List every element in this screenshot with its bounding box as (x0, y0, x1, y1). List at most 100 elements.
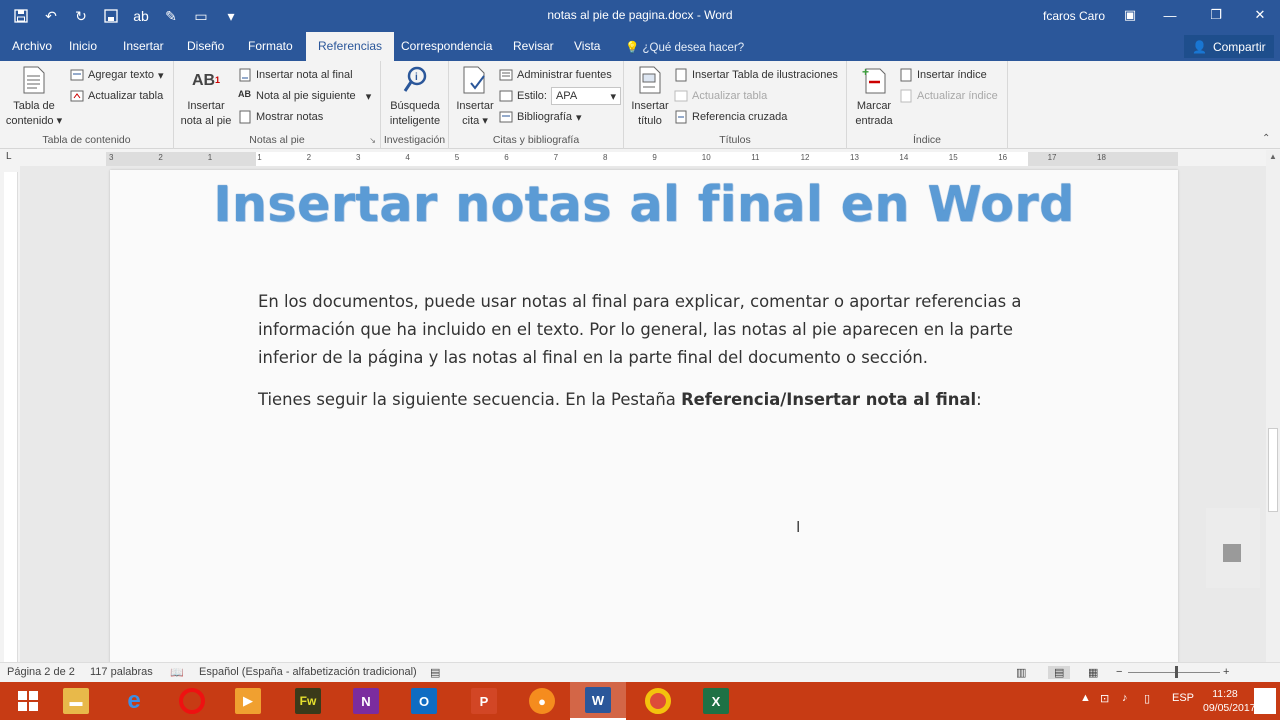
tab-inicio[interactable]: Inicio (57, 32, 109, 61)
share-label: Compartir (1212, 39, 1266, 54)
restore-icon[interactable]: ❐ (1196, 0, 1236, 30)
update-figures-table-button[interactable]: Actualizar tabla (674, 87, 767, 105)
update-table-button[interactable]: Actualizar tabla (70, 87, 163, 105)
onenote-icon: N (353, 688, 379, 714)
tab-formato[interactable]: Formato (236, 32, 305, 61)
firefox-icon: ● (529, 688, 555, 714)
taskbar-powerpoint[interactable]: P (456, 682, 512, 720)
input-language[interactable]: ESP (1172, 692, 1194, 704)
dropdown-arrow-icon[interactable]: ▾ (366, 90, 372, 103)
proofing-icon[interactable]: 📖 (170, 666, 184, 679)
next-footnote-button[interactable]: AB Nota al pie siguiente ▾ (238, 87, 371, 105)
show-hidden-icons-icon[interactable]: ▲ (1080, 692, 1091, 704)
user-name[interactable]: fcaros Caro (1043, 9, 1105, 23)
smart-lookup-button[interactable]: i Búsqueda inteligente (383, 65, 447, 129)
add-text-button[interactable]: Agregar texto ▾ (70, 66, 164, 84)
zoom-slider-thumb[interactable] (1175, 666, 1178, 678)
cross-reference-button[interactable]: Referencia cruzada (674, 108, 787, 126)
scroll-up-icon[interactable]: ▲ (1269, 152, 1277, 161)
horizontal-ruler[interactable]: 3 2 1 1 2 3 4 5 6 7 8 9 10 11 12 13 14 15 16 17 18 (106, 152, 1178, 166)
web-layout-icon[interactable]: ▦ (1088, 666, 1098, 679)
taskbar-chrome[interactable] (630, 682, 686, 720)
share-button[interactable]: 👤 Compartir (1184, 35, 1274, 58)
dialog-launcher-icon[interactable]: ↘ (369, 136, 376, 145)
ribbon-display-options-icon[interactable]: ▣ (1110, 0, 1150, 30)
insert-table-of-figures-button[interactable]: Insertar Tabla de ilustraciones (674, 66, 838, 84)
insert-endnote-button[interactable]: Insertar nota al final (238, 66, 353, 84)
floating-widget[interactable] (1206, 508, 1260, 588)
ruler-number: 15 (948, 153, 958, 162)
volume-icon[interactable]: ♪ (1122, 692, 1128, 704)
tab-correspondencia[interactable]: Correspondencia (389, 32, 504, 61)
insert-footnote-button[interactable]: AB 1 Insertar nota al pie (178, 65, 234, 129)
bibliography-button[interactable]: Bibliografía ▾ (499, 108, 582, 126)
minimize-icon[interactable]: — (1150, 0, 1190, 30)
collapse-ribbon-icon[interactable]: ⌃ (1262, 133, 1270, 144)
document-heading[interactable]: Insertar notas al final en Word (110, 176, 1178, 233)
endnote-icon (238, 68, 252, 82)
internet-explorer-icon: e (127, 687, 141, 714)
tab-diseno[interactable]: Diseño (175, 32, 236, 61)
zoom-slider[interactable] (1128, 672, 1220, 673)
macro-icon[interactable]: ▤ (430, 666, 440, 679)
tab-selector[interactable]: L (0, 150, 20, 166)
ruler-number: 18 (1097, 153, 1106, 162)
media-player-icon: ▶ (235, 688, 261, 714)
word-count[interactable]: 117 palabras (90, 666, 153, 678)
taskbar-excel[interactable]: X (688, 682, 744, 720)
ruler-number: 7 (553, 153, 559, 162)
taskbar-internet-explorer[interactable]: e (106, 682, 162, 720)
close-icon[interactable]: ✕ (1240, 0, 1280, 30)
battery-icon[interactable]: ▯ (1144, 692, 1150, 705)
taskbar-media-player[interactable]: ▶ (220, 682, 276, 720)
table-of-contents-button[interactable]: Tabla de contenido ▾ (4, 65, 64, 129)
update-index-button[interactable]: Actualizar índice (899, 87, 998, 105)
manage-sources-button[interactable]: Administrar fuentes (499, 66, 612, 84)
ruler-number: 3 (109, 153, 114, 162)
vertical-scrollbar[interactable]: ▲ (1266, 150, 1280, 662)
tab-revisar[interactable]: Revisar (501, 32, 566, 61)
group-label-captions: Títulos (719, 134, 751, 146)
update-table-icon (70, 89, 84, 103)
tab-insertar[interactable]: Insertar (111, 32, 176, 61)
paragraph-1[interactable]: En los documentos, puede usar notas al f… (258, 288, 1048, 372)
bibliography-icon (499, 110, 513, 124)
tab-referencias[interactable]: Referencias (306, 32, 395, 61)
insert-caption-button[interactable]: Insertar título (626, 65, 674, 129)
taskbar-fireworks[interactable]: Fw (280, 682, 336, 720)
fireworks-icon: Fw (295, 688, 321, 714)
taskbar-onenote[interactable]: N (338, 682, 394, 720)
taskbar-opera[interactable] (164, 682, 220, 720)
paragraph-2[interactable]: Tienes seguir la siguiente secuencia. En… (258, 386, 1048, 414)
system-clock[interactable]: 11:28 09/05/2017 (1203, 687, 1256, 715)
page-count[interactable]: Página 2 de 2 (7, 666, 75, 678)
read-mode-icon[interactable]: ▥ (1016, 666, 1026, 679)
language-status[interactable]: Español (España - alfabetización tradici… (199, 666, 417, 678)
notifications-icon[interactable] (1254, 688, 1276, 714)
group-label-index: Índice (912, 134, 942, 146)
ruler-number: 6 (504, 153, 509, 162)
zoom-in-icon[interactable]: + (1223, 666, 1229, 678)
ruler-number: 2 (306, 153, 312, 162)
magnifier-icon: i (400, 65, 430, 95)
show-notes-button[interactable]: Mostrar notas (238, 108, 323, 126)
taskbar-file-explorer[interactable]: ▬ (48, 682, 104, 720)
taskbar-outlook[interactable]: O (396, 682, 452, 720)
outlook-icon: O (411, 688, 437, 714)
insert-citation-button[interactable]: Insertar cita ▾ (451, 65, 499, 129)
tell-me-box[interactable]: 💡 ¿Qué desea hacer? (625, 40, 744, 54)
vertical-ruler[interactable] (4, 172, 18, 662)
taskbar-firefox[interactable]: ● (514, 682, 570, 720)
scrollbar-thumb[interactable] (1268, 428, 1278, 512)
taskbar-word[interactable]: W (570, 682, 626, 720)
mark-entry-button[interactable]: + Marcar entrada (849, 65, 899, 129)
insert-index-button[interactable]: Insertar índice (899, 66, 987, 84)
print-layout-icon[interactable]: ▤ (1048, 666, 1071, 679)
tab-vista[interactable]: Vista (562, 32, 612, 61)
tab-archivo[interactable]: Archivo (0, 32, 64, 61)
add-text-icon (70, 68, 84, 82)
document-page[interactable]: Insertar notas al final en Word En los d… (110, 170, 1178, 670)
zoom-out-icon[interactable]: − (1116, 666, 1122, 678)
network-icon[interactable]: ⊡ (1100, 692, 1109, 705)
style-dropdown[interactable]: APA ▾ (550, 87, 621, 105)
